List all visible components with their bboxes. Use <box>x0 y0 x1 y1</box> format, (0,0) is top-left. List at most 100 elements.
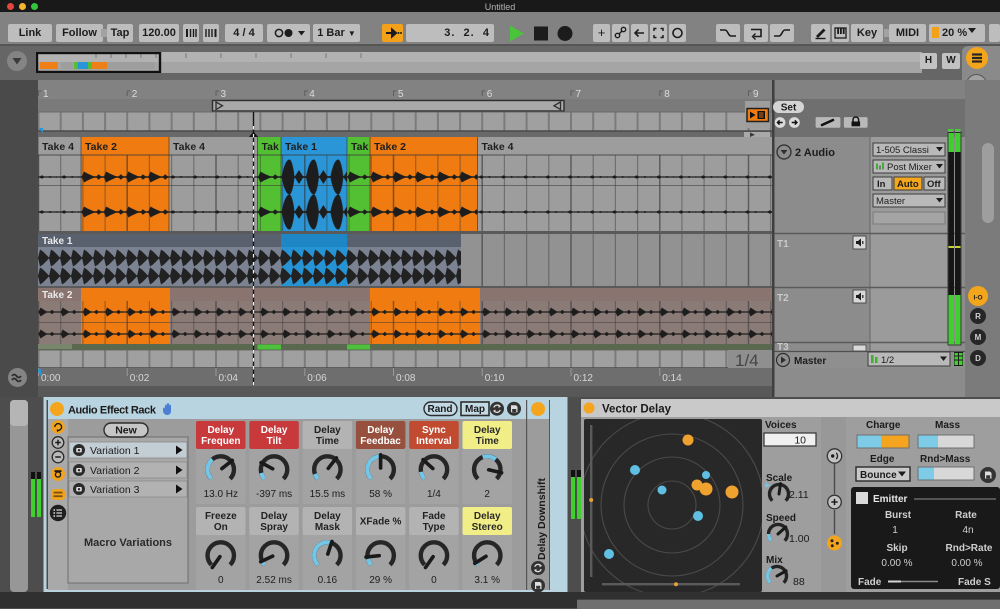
svg-text:Macro Variations: Macro Variations <box>84 537 172 549</box>
svg-text:T1: T1 <box>777 239 789 250</box>
svg-text:0:04: 0:04 <box>219 373 239 384</box>
svg-text:0:00: 0:00 <box>41 373 61 384</box>
svg-text:Take 1: Take 1 <box>42 236 73 247</box>
svg-text:Delay: Delay <box>314 511 341 522</box>
svg-text:Delay Downshift: Delay Downshift <box>536 478 548 561</box>
svg-text:88: 88 <box>793 576 805 588</box>
svg-text:Mask: Mask <box>315 522 340 533</box>
svg-text:6: 6 <box>487 89 493 100</box>
svg-text:Stereo: Stereo <box>472 522 503 533</box>
svg-text:Charge: Charge <box>866 420 901 431</box>
svg-text:7: 7 <box>576 89 582 100</box>
svg-text:Take 2: Take 2 <box>42 290 73 301</box>
svg-text:In: In <box>877 179 886 190</box>
svg-text:Scale: Scale <box>766 473 793 484</box>
svg-text:1.00: 1.00 <box>789 533 810 545</box>
svg-text:8: 8 <box>664 89 670 100</box>
svg-text:10: 10 <box>794 435 806 447</box>
svg-text:I-O: I-O <box>973 295 982 302</box>
svg-text:Delay: Delay <box>367 425 394 436</box>
svg-text:0: 0 <box>431 575 437 586</box>
svg-text:Time: Time <box>316 436 340 447</box>
svg-text:Auto: Auto <box>897 179 919 190</box>
svg-text:New: New <box>115 425 137 437</box>
svg-text:0:02: 0:02 <box>130 373 150 384</box>
svg-text:2 Audio: 2 Audio <box>795 147 835 159</box>
svg-text:13.0 Hz: 13.0 Hz <box>204 489 238 500</box>
svg-text:Rnd>Mass: Rnd>Mass <box>920 454 971 465</box>
svg-text:2: 2 <box>132 89 138 100</box>
svg-text:Delay: Delay <box>261 425 288 436</box>
svg-text:Sync: Sync <box>422 425 446 436</box>
svg-text:9: 9 <box>753 89 759 100</box>
svg-text:4n: 4n <box>962 525 973 536</box>
svg-text:0:08: 0:08 <box>396 373 416 384</box>
svg-text:0.00 %: 0.00 % <box>951 558 982 569</box>
svg-text:Speed: Speed <box>766 513 796 524</box>
svg-text:Fade S: Fade S <box>958 577 991 588</box>
svg-text:0:12: 0:12 <box>574 373 594 384</box>
svg-text:D: D <box>975 354 981 363</box>
svg-text:Skip: Skip <box>886 543 907 554</box>
svg-text:3.1 %: 3.1 % <box>474 575 500 586</box>
svg-text:Delay: Delay <box>474 425 501 436</box>
svg-text:1/4: 1/4 <box>427 489 441 500</box>
svg-text:Take 2: Take 2 <box>374 141 406 153</box>
svg-text:4: 4 <box>309 89 315 100</box>
svg-text:Master: Master <box>876 196 905 207</box>
svg-text:2: 2 <box>484 489 490 500</box>
svg-text:5: 5 <box>398 89 404 100</box>
svg-text:Variation 2: Variation 2 <box>90 465 140 477</box>
svg-text:Variation 3: Variation 3 <box>90 484 140 496</box>
svg-text:Take 4: Take 4 <box>42 141 74 153</box>
svg-text:1/4: 1/4 <box>735 351 759 370</box>
svg-text:Off: Off <box>927 179 942 190</box>
svg-text:Tak: Tak <box>351 141 368 153</box>
svg-text:Mix: Mix <box>766 555 783 566</box>
svg-text:Frequen: Frequen <box>201 436 240 447</box>
svg-text:Time: Time <box>476 436 500 447</box>
svg-text:R: R <box>975 312 981 321</box>
svg-text:Delay: Delay <box>314 425 341 436</box>
svg-text:Delay: Delay <box>474 511 501 522</box>
svg-text:XFade %: XFade % <box>360 517 402 528</box>
svg-text:15.5 ms: 15.5 ms <box>310 489 346 500</box>
svg-text:Take 4: Take 4 <box>173 141 205 153</box>
svg-text:Map: Map <box>465 404 485 415</box>
svg-text:Take 4: Take 4 <box>482 141 514 153</box>
svg-text:2.11: 2.11 <box>789 489 809 501</box>
svg-text:0:14: 0:14 <box>662 373 682 384</box>
svg-text:Tak: Tak <box>262 141 279 153</box>
svg-text:Freeze: Freeze <box>205 511 237 522</box>
svg-text:Emitter: Emitter <box>873 494 908 505</box>
svg-text:Master: Master <box>794 356 826 367</box>
svg-text:Set: Set <box>781 103 797 114</box>
svg-text:Mass: Mass <box>935 420 960 431</box>
svg-text:1/2: 1/2 <box>881 355 894 366</box>
svg-text:Voices: Voices <box>765 420 797 431</box>
svg-text:0: 0 <box>218 575 224 586</box>
svg-text:1: 1 <box>892 525 898 536</box>
svg-text:Variation 1: Variation 1 <box>90 445 140 457</box>
svg-text:Rand: Rand <box>428 404 453 415</box>
svg-text:M: M <box>975 333 982 342</box>
svg-text:On: On <box>214 522 228 533</box>
svg-text:Fade: Fade <box>858 577 882 588</box>
svg-text:0.00 %: 0.00 % <box>881 558 912 569</box>
svg-text:Rnd>Rate: Rnd>Rate <box>946 543 993 554</box>
svg-text:3: 3 <box>221 89 227 100</box>
svg-text:Delay: Delay <box>261 511 288 522</box>
svg-text:Interval: Interval <box>416 436 452 447</box>
svg-text:Bounce: Bounce <box>860 470 897 481</box>
svg-text:Type: Type <box>423 522 446 533</box>
svg-text:Spray: Spray <box>260 522 288 533</box>
svg-text:Post Mixer: Post Mixer <box>887 162 932 173</box>
svg-text:Rate: Rate <box>955 510 977 521</box>
svg-text:2.52 ms: 2.52 ms <box>256 575 292 586</box>
svg-text:29 %: 29 % <box>369 575 392 586</box>
svg-text:Feedbac: Feedbac <box>360 436 401 447</box>
svg-text:Take 1: Take 1 <box>285 141 317 153</box>
svg-text:Take 2: Take 2 <box>85 141 117 153</box>
svg-text:-397 ms: -397 ms <box>256 489 292 500</box>
svg-text:Delay: Delay <box>207 425 234 436</box>
